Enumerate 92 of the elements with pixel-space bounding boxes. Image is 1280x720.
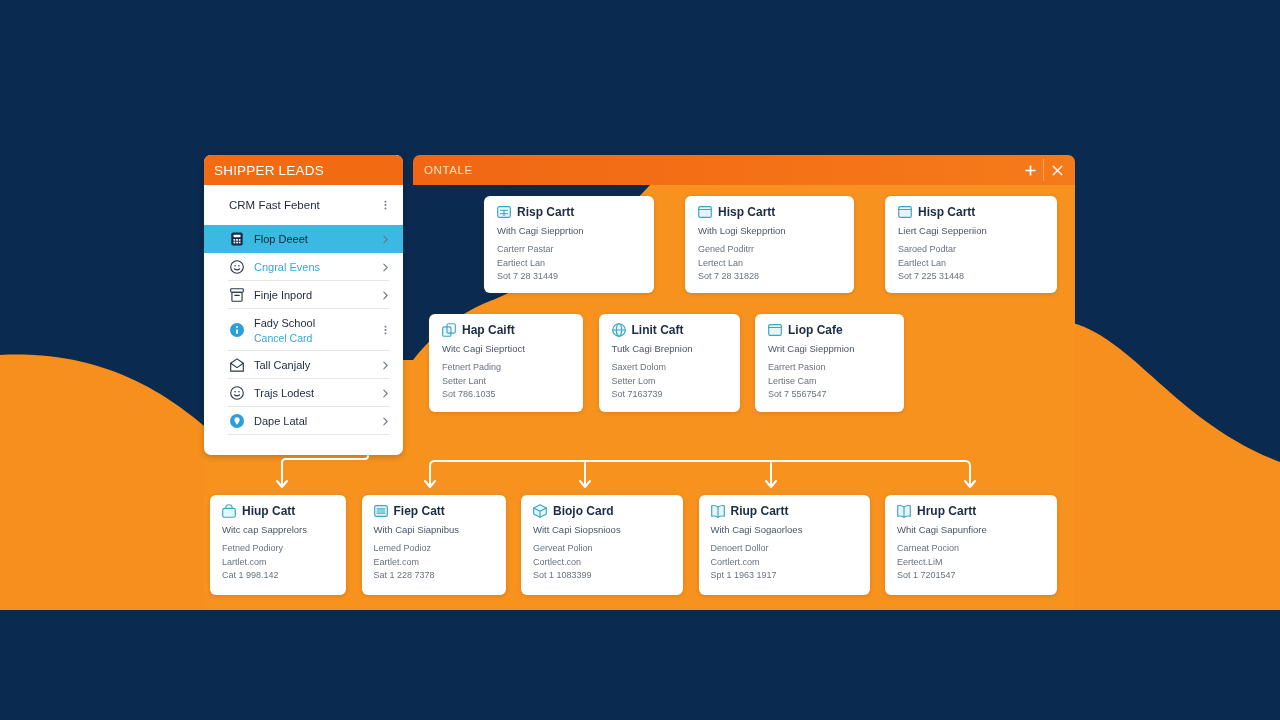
sidebar-item[interactable]: Trajs Lodest	[204, 379, 403, 407]
card-detail: Gened Poditrr	[698, 243, 756, 256]
sidebar-item[interactable]: Flop Deeet	[204, 225, 403, 253]
card-detail: Eartiect Lan	[497, 256, 547, 270]
card-detail: Sat 1 228 7378	[373, 569, 436, 582]
grid-icon	[497, 205, 511, 219]
smiley-icon	[230, 260, 244, 274]
card-title: Hiup Catt	[242, 504, 296, 518]
calculator-icon	[230, 232, 244, 246]
card-detail: Sot 1 1083399	[533, 569, 593, 582]
globe-icon	[611, 323, 626, 337]
info-icon	[230, 323, 244, 337]
card-subtitle: With Capi Siapnibus	[373, 524, 461, 536]
card-detail: Sot 7 225 31448	[898, 270, 966, 283]
card-detail: Sot 7163739	[611, 388, 664, 401]
pin-icon	[230, 414, 244, 428]
card-detail: Fetnert Pading	[442, 361, 503, 374]
close-icon	[1051, 164, 1063, 176]
more-icon[interactable]	[384, 325, 387, 335]
more-icon[interactable]	[384, 200, 387, 210]
envelope-icon	[230, 358, 244, 372]
card-detail: Eartlet.com	[373, 555, 420, 569]
card-detail: Spt 1 1963 1917	[710, 569, 778, 582]
card-title: Biojo Card	[553, 504, 614, 518]
card-subtitle: Witt Capi Siopsnioos	[533, 524, 622, 536]
card-title: Fiep Catt	[393, 504, 445, 518]
card-detail: Fetned Podiory	[222, 542, 285, 555]
card-subtitle: Witc cap Sapprelors	[222, 524, 308, 536]
card-detail: Sot 1 7201547	[897, 569, 957, 582]
card-detail: Carterr Pastar	[497, 243, 555, 256]
card-detail: Lartlet.com	[222, 555, 268, 569]
chevron-icon	[383, 234, 388, 244]
chevron-icon	[383, 290, 388, 300]
card-detail: Cortlert.com	[710, 555, 761, 569]
window-title: ONTALE	[424, 164, 473, 176]
card-detail: Sot 7 28 31449	[497, 270, 560, 283]
card-subtitle: Witc Cagi Sieprtioct	[442, 343, 526, 355]
card-subtitle: Tutk Cagi Brepnion	[611, 343, 694, 355]
card-detail: Earrert Pasion	[768, 361, 827, 374]
card-detail: Lertect Lan	[698, 256, 745, 270]
card-title: Riup Cartt	[730, 504, 789, 518]
window-icon	[698, 205, 712, 219]
sidebar-item[interactable]: Dape Latal	[204, 407, 403, 435]
sidebar-item[interactable]: Tall Canjaly	[204, 351, 403, 379]
card-detail: Sot 7 28 31828	[698, 270, 761, 283]
card-detail: Setter Lom	[611, 374, 657, 388]
card-subtitle: With Cagi Siepprtion	[497, 225, 585, 237]
chevron-icon	[383, 262, 388, 272]
card-detail: Cat 1 998.142	[222, 569, 280, 582]
smiley-icon	[230, 386, 244, 400]
card-subtitle: With Logi Skepprtion	[698, 225, 787, 237]
card-detail: Eartlect Lan	[898, 256, 948, 270]
card-detail: Lemed Podioz	[373, 542, 433, 555]
card-detail: Cortlect.con	[533, 555, 583, 569]
card-detail: Gerveat Polion	[533, 542, 594, 555]
cube-icon	[533, 504, 547, 518]
card-title: Risp Cartt	[517, 205, 575, 219]
sidebar-title: SHIPPER LEADS	[214, 162, 324, 178]
card-detail: Eertect.LiM	[897, 555, 944, 569]
box-icon	[230, 288, 244, 302]
plus-icon	[1024, 164, 1036, 176]
card-title: Hrup Cartt	[917, 504, 977, 518]
card-detail: Sot 786.1035	[442, 388, 497, 401]
card-title: Hisp Cartt	[918, 205, 976, 219]
sidebar-item[interactable]: Fady School Cancel Card	[204, 309, 403, 351]
bag-icon	[222, 504, 236, 518]
card-subtitle: Liert Cagi Sepperiion	[898, 225, 988, 237]
card-title: Liop Cafe	[788, 323, 843, 337]
card-detail: Saxert Dolom	[611, 361, 668, 374]
card-title: Hap Caift	[462, 323, 515, 337]
card-detail: Saroed Podtar	[898, 243, 958, 256]
sidebar-item[interactable]: Finje Inpord	[204, 281, 403, 309]
layers-icon	[442, 323, 456, 337]
book-icon	[710, 504, 725, 518]
card-detail: Carneat Pocion	[897, 542, 961, 555]
card-detail: Sot 7 5567547	[768, 388, 828, 401]
card-title: Linit Caft	[631, 323, 684, 337]
chevron-icon	[383, 388, 388, 398]
list-icon	[373, 504, 388, 518]
chevron-icon	[383, 360, 388, 370]
card-title: Hisp Cartt	[718, 205, 776, 219]
card-subtitle: With Cagi Sogaorloes	[710, 524, 804, 536]
card-detail: Denoert Dollor	[710, 542, 770, 555]
card-subtitle: Writ Cagi Sieppmion	[768, 343, 856, 355]
window-icon	[898, 205, 912, 219]
window-icon	[768, 323, 782, 337]
card-detail: Lertise Cam	[768, 374, 818, 388]
book-icon	[897, 504, 911, 518]
chevron-icon	[383, 416, 388, 426]
card-subtitle: Whit Cagi Sapunfiore	[897, 524, 988, 536]
card-detail: Setter Lant	[442, 374, 488, 388]
sidebar-item[interactable]: CRM Fast Febent	[204, 185, 403, 225]
